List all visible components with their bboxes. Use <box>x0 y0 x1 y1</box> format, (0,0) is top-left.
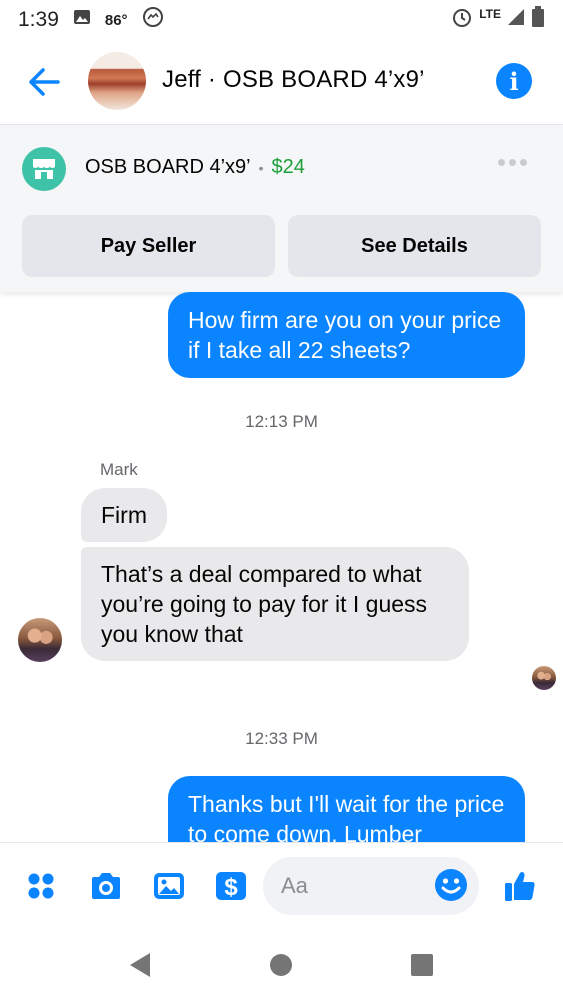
info-icon: i <box>509 66 519 96</box>
read-receipt-avatar <box>532 666 556 690</box>
signal-icon <box>507 8 525 32</box>
more-actions-button[interactable] <box>24 869 58 903</box>
emoji-button[interactable] <box>434 868 468 902</box>
temperature-label: 86° <box>104 11 128 29</box>
info-button[interactable]: i <box>496 63 532 99</box>
thumbs-up-icon <box>505 872 535 901</box>
image-icon <box>154 873 184 899</box>
chat-header: Jeff · OSB BOARD 4’x9’ i <box>0 40 563 124</box>
like-button[interactable] <box>503 869 537 903</box>
alarm-icon <box>451 6 473 34</box>
battery-icon <box>531 6 545 34</box>
message-composer: $ <box>0 842 563 926</box>
status-bar: 1:39 86° LTE <box>0 0 563 40</box>
listing-name: OSB BOARD 4’x9’ <box>85 156 251 178</box>
listing-summary[interactable]: OSB BOARD 4’x9’ • $24 <box>85 156 305 179</box>
message-input[interactable] <box>281 871 431 901</box>
more-options-icon[interactable] <box>498 159 527 166</box>
svg-text:$: $ <box>224 874 238 901</box>
square-recents-icon <box>411 954 433 976</box>
back-arrow-icon <box>29 68 60 96</box>
camera-icon <box>92 873 120 899</box>
grid-dots-icon <box>28 873 54 899</box>
gallery-notification-icon <box>73 8 91 32</box>
camera-button[interactable] <box>89 869 123 903</box>
message-timestamp: 12:13 PM <box>245 412 318 431</box>
dollar-icon: $ <box>216 872 246 901</box>
outgoing-message[interactable]: How firm are you on your price if I take… <box>168 292 525 378</box>
listing-avatar[interactable] <box>88 52 146 110</box>
message-timestamp: 12:33 PM <box>245 729 318 748</box>
see-details-button[interactable]: See Details <box>288 215 541 277</box>
sender-avatar[interactable] <box>18 618 62 662</box>
back-button[interactable] <box>24 62 64 102</box>
triangle-back-icon <box>130 953 150 977</box>
nav-home-button[interactable] <box>264 948 298 982</box>
incoming-message[interactable]: That’s a deal compared to what you’re go… <box>81 547 469 661</box>
listing-separator: • <box>258 159 264 176</box>
gallery-button[interactable] <box>152 869 186 903</box>
pay-seller-button[interactable]: Pay Seller <box>22 215 275 277</box>
message-thread[interactable]: How firm are you on your price if I take… <box>0 292 563 842</box>
listing-price: $24 <box>271 156 305 178</box>
incoming-message[interactable]: Firm <box>81 488 167 542</box>
circle-home-icon <box>270 954 292 976</box>
nav-back-button[interactable] <box>122 948 156 982</box>
system-navigation-bar <box>0 926 563 1000</box>
conversation-title[interactable]: Jeff · OSB BOARD 4’x9’ <box>162 66 425 94</box>
nav-recents-button[interactable] <box>405 948 439 982</box>
outgoing-message[interactable]: Thanks but I'll wait for the price to co… <box>168 776 525 842</box>
sender-name: Mark <box>100 460 138 479</box>
marketplace-shop-icon <box>22 147 66 191</box>
messenger-notification-icon <box>142 6 164 34</box>
network-label: LTE <box>479 7 501 21</box>
payment-button[interactable]: $ <box>214 869 248 903</box>
status-time: 1:39 <box>18 8 59 31</box>
smiley-icon <box>435 869 467 901</box>
marketplace-listing-card: OSB BOARD 4’x9’ • $24 Pay Seller See Det… <box>0 124 563 292</box>
